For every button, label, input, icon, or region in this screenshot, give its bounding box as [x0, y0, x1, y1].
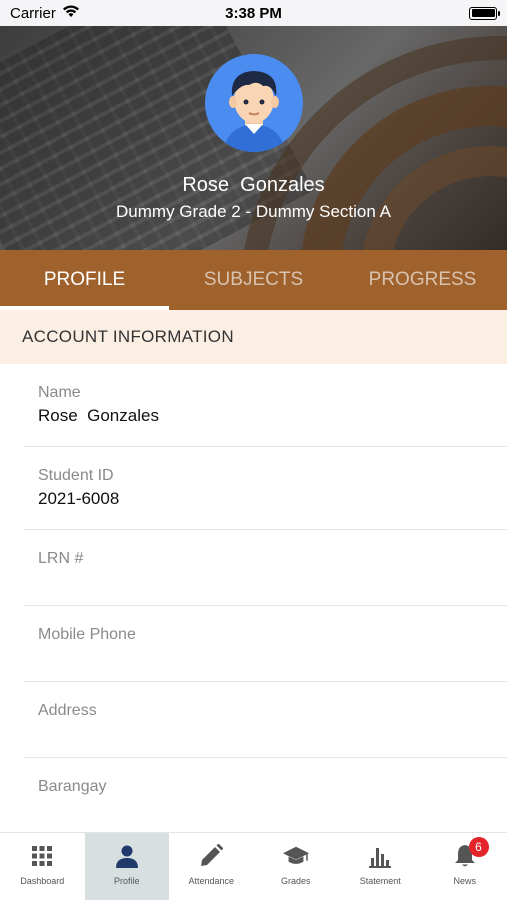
field-label: Name [38, 384, 81, 401]
tab-subjects[interactable]: SUBJECTS [169, 250, 338, 310]
battery-icon [469, 6, 500, 20]
pencil-icon [198, 843, 224, 869]
section-header-account-information: ACCOUNT INFORMATION [0, 310, 507, 364]
status-bar: Carrier 3:38 PM [0, 0, 507, 26]
field-label: Address [38, 702, 97, 719]
person-icon [114, 843, 140, 869]
field-student-id: Student ID 2021-6008 [24, 447, 507, 530]
field-label: Mobile Phone [38, 626, 136, 643]
nav-label: Statement [359, 876, 401, 886]
student-name: Rose Gonzales [182, 174, 325, 196]
status-time: 3:38 PM [225, 4, 282, 22]
nav-news[interactable]: 6 News [423, 833, 507, 900]
field-label: Student ID [38, 467, 114, 484]
notification-badge: 6 [468, 837, 489, 857]
nav-attendance[interactable]: Attendance [169, 833, 254, 900]
tab-profile[interactable]: PROFILE [0, 250, 169, 310]
nav-grades[interactable]: Grades [254, 833, 339, 900]
graduation-cap-icon [282, 843, 309, 869]
nav-statement[interactable]: Statement [338, 833, 423, 900]
field-mobile-phone: Mobile Phone [24, 606, 507, 682]
nav-label: Grades [280, 876, 311, 886]
bottom-navigation: Dashboard Profile Attendance Grades Stat… [0, 832, 507, 900]
nav-label: Dashboard [20, 876, 65, 886]
field-label: LRN # [38, 550, 84, 567]
profile-header: Rose Gonzales Dummy Grade 2 - Dummy Sect… [0, 26, 507, 250]
field-barangay: Barangay [24, 758, 507, 834]
tab-progress[interactable]: PROGRESS [338, 250, 507, 310]
bar-chart-icon [367, 843, 393, 869]
nav-label: Profile [113, 876, 140, 886]
grid-icon [29, 843, 55, 869]
nav-dashboard[interactable]: Dashboard [0, 833, 85, 900]
nav-label: News [453, 876, 476, 886]
field-label: Barangay [38, 778, 107, 795]
field-lrn: LRN # [24, 530, 507, 606]
field-address: Address [24, 682, 507, 758]
student-grade-section: Dummy Grade 2 - Dummy Section A [116, 202, 391, 221]
account-fields: Name Rose Gonzales Student ID 2021-6008 … [0, 364, 507, 834]
avatar[interactable] [205, 54, 303, 152]
field-value: 2021-6008 [38, 489, 120, 508]
profile-tabs: PROFILE SUBJECTS PROGRESS [0, 250, 507, 310]
nav-profile[interactable]: Profile [84, 833, 169, 900]
field-value: Rose Gonzales [38, 406, 159, 425]
field-name: Name Rose Gonzales [24, 364, 507, 447]
nav-label: Attendance [188, 876, 235, 886]
